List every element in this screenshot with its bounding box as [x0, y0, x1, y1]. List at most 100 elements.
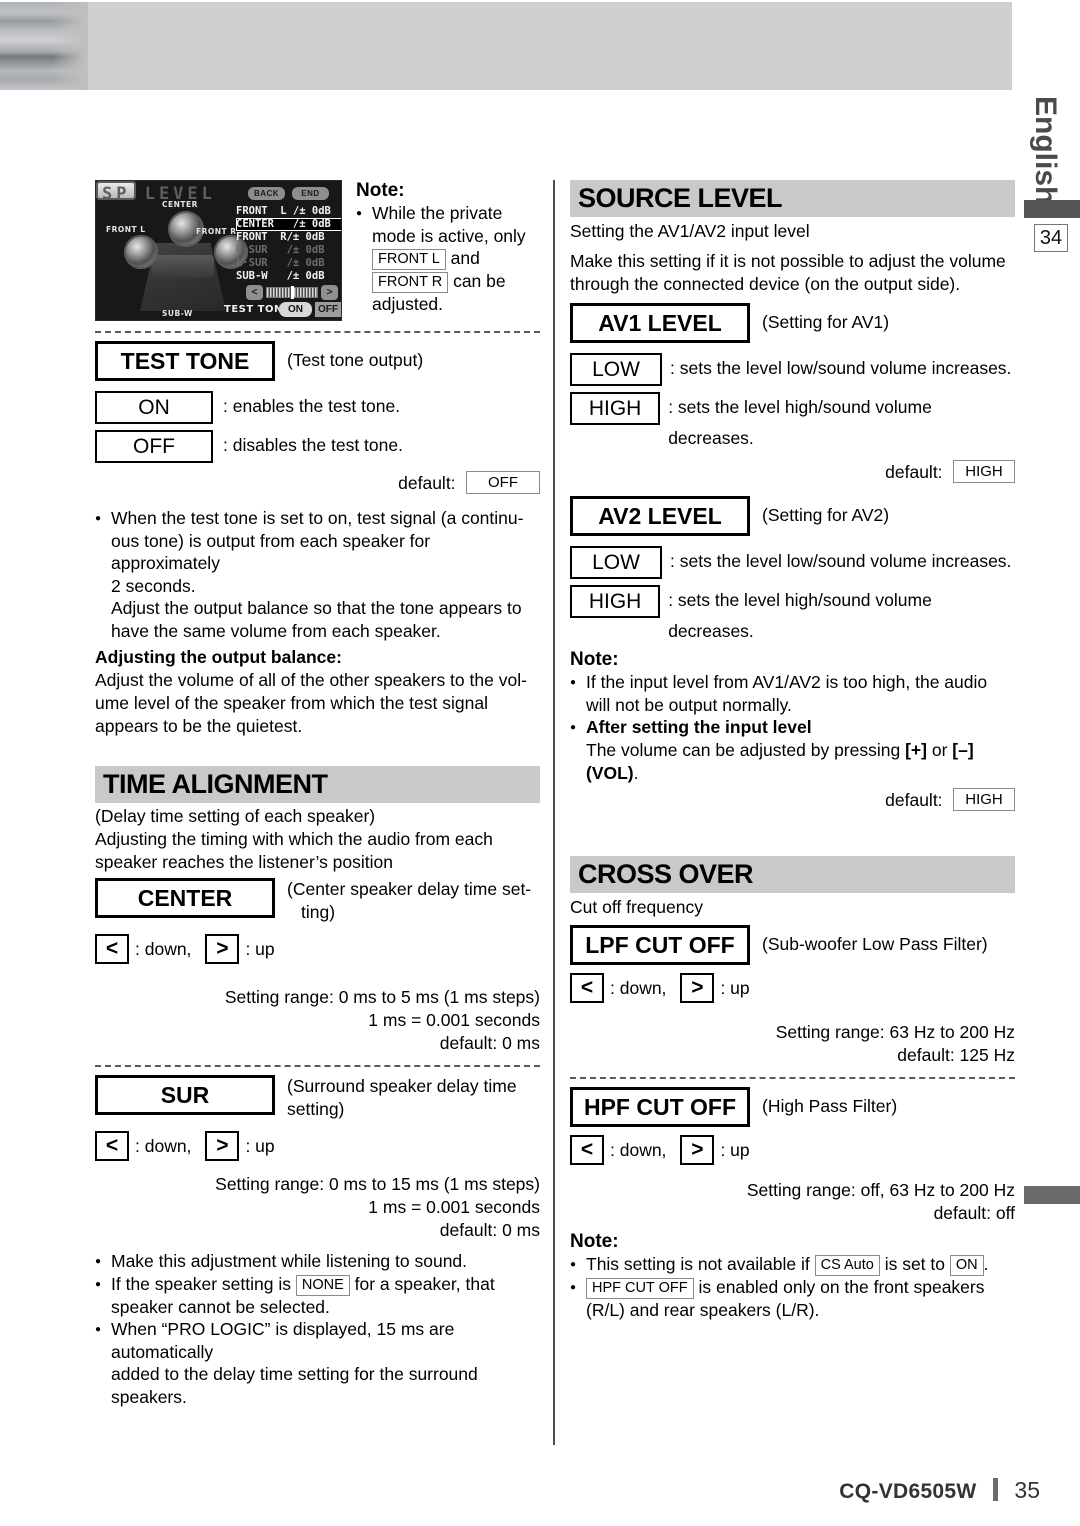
test-tone-caption: (Test tone output) [287, 350, 424, 370]
option-on-button[interactable]: ON [95, 391, 213, 424]
sur-range-3: default: 0 ms [439, 1220, 540, 1240]
hpf-down-arrow-icon[interactable]: < [570, 1135, 604, 1165]
note-line-3: adjusted. [372, 294, 444, 314]
av2-level-button[interactable]: AV2 LEVEL [570, 496, 750, 536]
av1-high-desc: : sets the level high/sound volume decre… [668, 397, 932, 448]
speaker-front-left-label: FRONT L [106, 225, 146, 234]
right-column: SOURCE LEVEL Setting the AV1/AV2 input l… [570, 180, 1015, 1322]
key-minus: [–] [952, 740, 974, 760]
lpf-caption: (Sub-woofer Low Pass Filter) [762, 934, 988, 954]
cross-over-sub: Cut off frequency [570, 897, 703, 917]
bullet-line: The volume can be adjusted by pressing [586, 740, 901, 760]
sur-up-arrow-icon[interactable]: > [205, 1131, 240, 1161]
slider-bar [266, 286, 318, 299]
av2-option-low: LOW : sets the level low/sound volume in… [570, 546, 1015, 579]
balance-line-2: ume level of the speaker from which the … [95, 693, 488, 713]
bullet-line: When the test tone is set to on, test si… [111, 508, 524, 528]
source-level-sub-3: through the connected device (on the out… [570, 274, 961, 294]
note-can-be: can be [453, 271, 506, 291]
test-tone-bullet: When the test tone is set to on, test si… [95, 507, 540, 642]
option-off-button[interactable]: OFF [95, 430, 213, 463]
hpf-up-text: : up [720, 1139, 750, 1160]
test-tone-default: default: OFF [95, 471, 540, 495]
lcd-test-tone-off: OFF [315, 302, 341, 317]
footer-page-number: 35 [1014, 1477, 1040, 1503]
center-caption-2: ting) [301, 902, 336, 922]
av2-high-button[interactable]: HIGH [570, 585, 661, 618]
sur-caption-2: setting) [287, 1099, 345, 1119]
sur-down-arrow-icon[interactable]: < [95, 1131, 129, 1161]
center-button[interactable]: CENTER [95, 878, 275, 918]
lcd-level-row: FRONT L /± 0dB [236, 205, 331, 217]
center-caption-1: (Center speaker delay time set- [287, 879, 532, 899]
default-label: default: [885, 790, 943, 810]
page-footer: CQ-VD6505W 35 [0, 1477, 1040, 1504]
cross-over-note-bullet-1: This setting is not available if CS Auto… [570, 1253, 1015, 1276]
bullet-line: . [983, 1254, 989, 1274]
center-setting-header: CENTER (Center speaker delay time set- t… [95, 878, 540, 924]
lpf-up-arrow-icon[interactable]: > [680, 973, 715, 1003]
language-tab: English [1029, 96, 1062, 205]
slider-left-arrow-icon: < [246, 285, 263, 300]
lpf-down-text: : down, [610, 977, 667, 998]
hpf-arrows: < : down, > : up [570, 1135, 1015, 1165]
av1-low-button[interactable]: LOW [570, 353, 662, 386]
speaker-front-left-icon [124, 235, 158, 269]
bullet-line: speaker cannot be selected. [111, 1296, 330, 1317]
hpf-header: HPF CUT OFF (High Pass Filter) [570, 1087, 1015, 1127]
av2-low-button[interactable]: LOW [570, 546, 662, 579]
speaker-subwoofer-label: SUB-W [162, 309, 193, 318]
lcd-level-list: FRONT L /± 0dB CENTER /± 0dB FRONT R/± 0… [236, 205, 341, 283]
av1-high-button[interactable]: HIGH [570, 392, 661, 425]
bullet-line: Adjust the output balance so that the to… [111, 598, 522, 618]
lcd-level-row: CENTER /± 0dB [236, 218, 341, 231]
note-heading: Note: [356, 180, 405, 201]
slider-right-arrow-icon: > [321, 285, 338, 300]
left-column: SP LEVEL BACK END CENTER FRONT L FRONT R… [95, 180, 540, 1408]
banner-photo [0, 2, 88, 90]
av2-caption: (Setting for AV2) [762, 505, 890, 525]
bullet-line: for a speaker, that [354, 1273, 495, 1294]
av2-option-high: HIGH : sets the level high/sound volume … [570, 585, 1015, 647]
default-label: default: [398, 473, 456, 493]
side-marker-top [1024, 200, 1080, 218]
lcd-level-row: SUB-W /± 0dB [236, 270, 325, 282]
hpf-cut-off-button[interactable]: HPF CUT OFF [570, 1087, 750, 1127]
column-divider [553, 180, 555, 1445]
key-on: ON [949, 1255, 984, 1276]
sur-setting-header: SUR (Surround speaker delay time setting… [95, 1075, 540, 1121]
hpf-down-text: : down, [610, 1139, 667, 1160]
lcd-back-button: BACK [248, 187, 285, 200]
lpf-arrows: < : down, > : up [570, 973, 1015, 1003]
test-tone-button[interactable]: TEST TONE [95, 341, 275, 381]
bullet-line: If the input level from AV1/AV2 is too h… [586, 672, 988, 692]
speaker-front-right-label: FRONT R [196, 227, 237, 236]
default-value: HIGH [953, 788, 1015, 811]
default-value: OFF [466, 471, 540, 494]
lpf-cut-off-button[interactable]: LPF CUT OFF [570, 925, 750, 965]
section-cross-over: CROSS OVER [570, 856, 1015, 893]
key-hpf-cut-off: HPF CUT OFF [586, 1278, 694, 1299]
option-off-desc: : disables the test tone. [223, 435, 403, 455]
bullet-line: If the speaker setting is [111, 1273, 291, 1294]
av1-default: default: HIGH [570, 460, 1015, 484]
time-alignment-sub-3: speaker reaches the listener’s position [95, 852, 393, 872]
sur-button[interactable]: SUR [95, 1075, 275, 1115]
footer-separator [992, 1478, 998, 1501]
lpf-down-arrow-icon[interactable]: < [570, 973, 604, 1003]
sur-up-text: : up [245, 1135, 275, 1156]
default-label: default: [885, 462, 943, 482]
hpf-up-arrow-icon[interactable]: > [680, 1135, 715, 1165]
note-and: and [450, 248, 480, 268]
key-plus: [+] [905, 740, 927, 760]
bullet-line: (R/L) and rear speakers (L/R). [586, 1300, 820, 1320]
center-range-1: Setting range: 0 ms to 5 ms (1 ms steps) [224, 987, 540, 1007]
section-time-alignment: TIME ALIGNMENT [95, 766, 540, 803]
key-cs-auto: CS Auto [814, 1255, 880, 1276]
note-line-2: mode is active, only [372, 225, 526, 246]
center-down-arrow-icon[interactable]: < [95, 934, 129, 964]
time-alignment-sub-1: (Delay time setting of each speaker) [95, 806, 376, 826]
av1-level-button[interactable]: AV1 LEVEL [570, 303, 750, 343]
center-up-arrow-icon[interactable]: > [205, 934, 240, 964]
sur-arrows: < : down, > : up [95, 1131, 540, 1161]
